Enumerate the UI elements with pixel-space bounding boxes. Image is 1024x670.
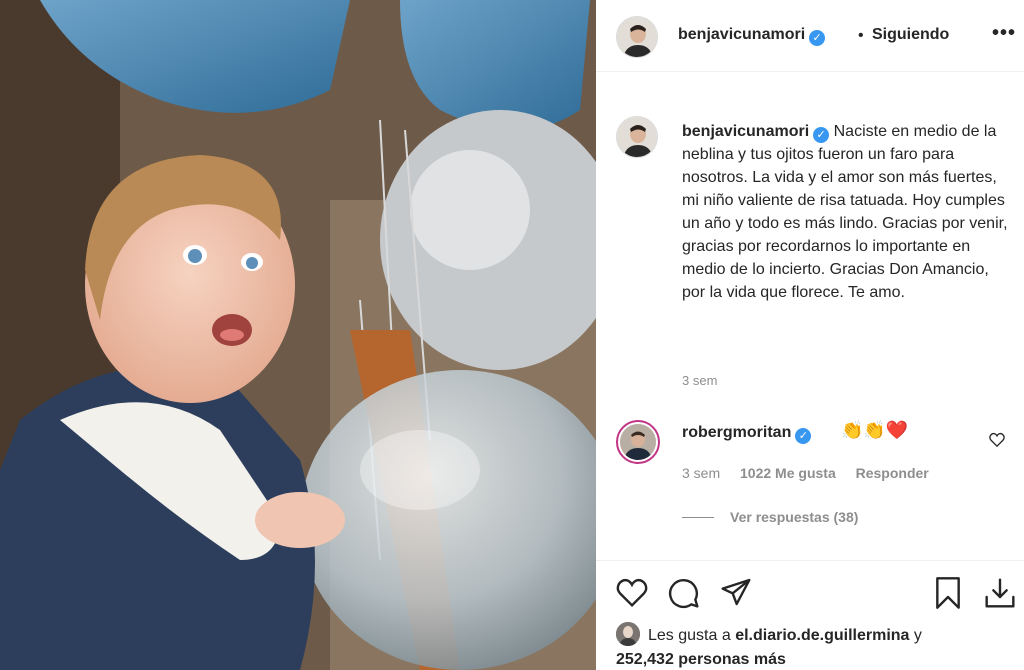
likes-others-count[interactable]: 252,432 personas más — [616, 651, 786, 668]
avatar-portrait — [617, 17, 657, 57]
post-panel: benjavicunamori ✓ • Siguiendo ••• benjavi… — [596, 0, 1024, 670]
verified-badge-icon: ✓ — [795, 428, 812, 444]
download-icon[interactable] — [984, 577, 1016, 614]
separator-dot: • — [858, 27, 864, 44]
bookmark-icon[interactable] — [934, 577, 962, 614]
avatar-portrait — [620, 424, 656, 460]
author-avatar[interactable] — [616, 16, 658, 58]
caption-author-avatar[interactable] — [616, 116, 658, 158]
comment-text: 👏👏❤️ — [841, 420, 909, 440]
view-replies-button[interactable]: Ver respuestas (38) — [682, 509, 858, 525]
post-caption: benjavicunamori ✓ Naciste en medio de la … — [682, 120, 1012, 304]
follow-status-button[interactable]: Siguiendo — [872, 26, 949, 44]
verified-badge-icon: ✓ — [809, 30, 826, 46]
likes-summary: Les gusta a el.diario.de.guillermina y 2… — [616, 622, 1016, 670]
comment-timestamp[interactable]: 3 sem — [682, 465, 720, 481]
caption-text: Naciste en medio de la neblina y tus oji… — [682, 123, 1008, 301]
avatar-portrait — [616, 622, 640, 646]
paper-plane-icon[interactable] — [720, 577, 752, 612]
author-username[interactable]: benjavicunamori ✓ — [678, 26, 826, 46]
post-action-bar — [596, 560, 1024, 620]
post-photo-illustration — [0, 0, 596, 670]
author-username-text[interactable]: benjavicunamori — [678, 26, 805, 43]
caption-username[interactable]: benjavicunamori — [682, 123, 809, 140]
likes-prefix: Les gusta a — [648, 627, 731, 644]
comment-like-heart-icon[interactable] — [989, 432, 1005, 452]
comment-likes-count[interactable]: 1022 Me gusta — [740, 465, 836, 481]
likes-connector: y — [913, 627, 922, 644]
comment-meta: 3 sem 1022 Me gusta Responder — [682, 465, 945, 481]
avatar-portrait — [617, 117, 657, 157]
comment-bubble-icon[interactable] — [668, 577, 700, 614]
reply-button[interactable]: Responder — [856, 465, 929, 481]
post-photo[interactable] — [0, 0, 596, 670]
verified-badge-icon: ✓ — [813, 127, 830, 143]
post-header: benjavicunamori ✓ • Siguiendo ••• — [596, 0, 1024, 72]
replies-divider — [682, 517, 714, 518]
commenter-avatar-image — [620, 424, 656, 460]
commenter-avatar[interactable] — [616, 420, 660, 464]
more-options-icon[interactable]: ••• — [992, 22, 1016, 45]
liker-avatar[interactable] — [616, 622, 640, 646]
heart-icon[interactable] — [616, 577, 648, 612]
liker-username[interactable]: el.diario.de.guillermina — [735, 627, 909, 644]
commenter-username[interactable]: robergmoritan ✓ — [682, 424, 812, 444]
caption-timestamp[interactable]: 3 sem — [682, 373, 717, 388]
commenter-username-text[interactable]: robergmoritan — [682, 424, 791, 441]
view-replies-label[interactable]: Ver respuestas (38) — [730, 509, 858, 525]
